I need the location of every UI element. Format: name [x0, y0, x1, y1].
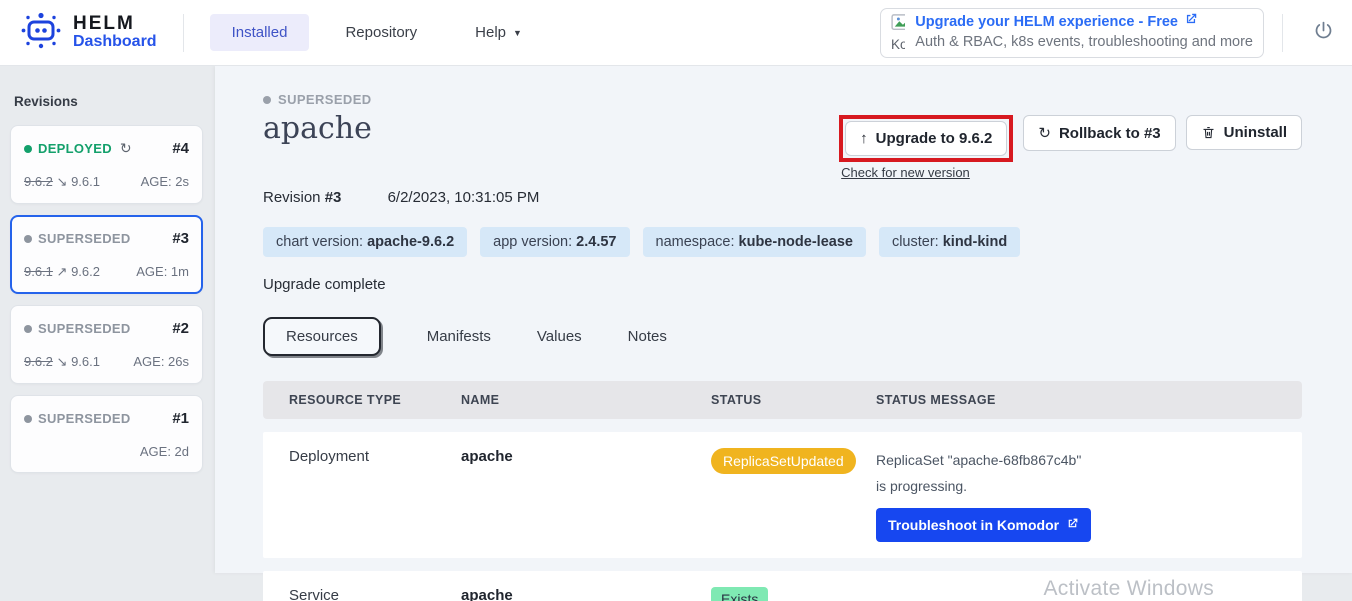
trash-icon: [1201, 125, 1216, 140]
status-dot-icon: [24, 235, 32, 243]
reload-icon: ↻: [120, 140, 132, 157]
chip-namespace: namespace: kube-node-lease: [643, 227, 866, 257]
revision-age: AGE: 26s: [133, 354, 189, 370]
revision-number: #4: [172, 140, 189, 157]
helm-dashboard-logo[interactable]: HELM Dashboard: [18, 9, 157, 56]
revision-card-1[interactable]: SUPERSEDED #1 AGE: 2d: [10, 395, 203, 473]
revision-timestamp: 6/2/2023, 10:31:05 PM: [388, 189, 540, 206]
resource-type-cell: Service: [289, 587, 461, 601]
version-change: 9.6.1 ↗ 9.6.2: [24, 264, 100, 280]
header-divider: [183, 14, 184, 52]
status-dot-icon: [24, 325, 32, 333]
chevron-down-icon: ▼: [513, 28, 522, 38]
rollback-icon: ↻: [1038, 124, 1051, 142]
external-link-icon: [1066, 517, 1079, 533]
release-detail-panel: SUPERSEDED apache ↑ Upgrade to 9.6.2 Che…: [215, 66, 1352, 573]
rollback-button[interactable]: ↻ Rollback to #3: [1023, 115, 1175, 151]
release-status-badge: SUPERSEDED: [263, 92, 1302, 107]
revision-number: #3: [172, 230, 189, 247]
current-revision-number: #3: [325, 189, 342, 206]
col-resource-type: RESOURCE TYPE: [289, 393, 461, 407]
revision-card-3[interactable]: SUPERSEDED #3 9.6.1 ↗ 9.6.2 AGE: 1m: [10, 215, 203, 294]
release-actions: ↑ Upgrade to 9.6.2 Check for new version…: [839, 115, 1302, 180]
komodor-promo-banner[interactable]: Komod Upgrade your HELM experience - Fre…: [880, 8, 1264, 58]
revision-age: AGE: 2d: [140, 444, 189, 459]
activate-windows-watermark: Activate Windows: [1043, 577, 1214, 601]
resources-table: RESOURCE TYPE NAME STATUS STATUS MESSAGE…: [263, 381, 1302, 601]
resource-name-cell: apache: [461, 587, 711, 601]
revision-card-4[interactable]: DEPLOYED ↻ #4 9.6.2 ↘ 9.6.1 AGE: 2s: [10, 125, 203, 204]
page-title: apache: [263, 111, 372, 146]
revision-number: #2: [172, 320, 189, 337]
logo-line2: Dashboard: [73, 34, 157, 51]
chip-app-version: app version: 2.4.57: [480, 227, 629, 257]
detail-tabs: Resources Manifests Values Notes: [263, 317, 1302, 356]
downgrade-arrow-icon: ↘: [57, 174, 68, 189]
table-row-deployment: Deployment apache ReplicaSetUpdated Repl…: [263, 432, 1302, 558]
uninstall-button[interactable]: Uninstall: [1186, 115, 1302, 150]
banner-image-alt-text: Komod: [891, 37, 905, 52]
tab-values[interactable]: Values: [537, 328, 582, 345]
release-description: Upgrade complete: [263, 276, 1302, 293]
status-badge-replicasetupdated: ReplicaSetUpdated: [711, 448, 856, 474]
status-dot-icon: [24, 145, 32, 153]
main-nav: Installed Repository Help ▼: [210, 14, 544, 51]
nav-tab-help[interactable]: Help ▼: [453, 14, 544, 51]
revision-age: AGE: 2s: [141, 174, 189, 190]
logo-line1: HELM: [73, 14, 157, 34]
check-new-version-link[interactable]: Check for new version: [841, 165, 1013, 180]
sidebar-title: Revisions: [14, 94, 203, 109]
col-status-message: STATUS MESSAGE: [876, 393, 1302, 407]
broken-image-icon: [891, 19, 905, 36]
status-dot-icon: [24, 415, 32, 423]
arrow-up-icon: ↑: [860, 130, 868, 147]
nav-tab-repository[interactable]: Repository: [323, 14, 439, 51]
annotation-highlight-box: ↑ Upgrade to 9.6.2: [839, 115, 1013, 162]
status-message-text: ReplicaSet "apache-68fb867c4b" is progre…: [876, 448, 1091, 500]
revision-status: SUPERSEDED: [24, 231, 131, 246]
revision-status: DEPLOYED ↻: [24, 140, 132, 157]
status-badge-exists: Exists: [711, 587, 768, 601]
status-dot-icon: [263, 96, 271, 104]
chip-chart-version: chart version: apache-9.6.2: [263, 227, 467, 257]
external-link-icon: [1184, 12, 1198, 33]
revisions-sidebar: Revisions DEPLOYED ↻ #4 9.6.2 ↘ 9.6.1 AG…: [0, 66, 215, 601]
revision-number: #1: [172, 410, 189, 427]
upgrade-button[interactable]: ↑ Upgrade to 9.6.2: [845, 121, 1007, 156]
chip-cluster: cluster: kind-kind: [879, 227, 1020, 257]
col-status: STATUS: [711, 393, 876, 407]
top-navigation-bar: HELM Dashboard Installed Repository Help…: [0, 0, 1352, 66]
col-name: NAME: [461, 393, 711, 407]
power-icon: [1313, 20, 1334, 46]
troubleshoot-komodor-button[interactable]: Troubleshoot in Komodor: [876, 508, 1091, 542]
resource-name-cell: apache: [461, 448, 711, 465]
revision-date-line: Revision #3 6/2/2023, 10:31:05 PM: [263, 189, 1302, 206]
version-change: 9.6.2 ↘ 9.6.1: [24, 354, 100, 370]
header-divider-2: [1282, 14, 1283, 52]
nav-tab-installed[interactable]: Installed: [210, 14, 310, 51]
resource-type-cell: Deployment: [289, 448, 461, 465]
helm-robot-icon: [18, 9, 64, 56]
revision-status: SUPERSEDED: [24, 411, 131, 426]
revision-age: AGE: 1m: [136, 264, 189, 280]
banner-subtitle: Auth & RBAC, k8s events, troubleshooting…: [915, 33, 1253, 53]
table-header-row: RESOURCE TYPE NAME STATUS STATUS MESSAGE: [263, 381, 1302, 419]
upgrade-arrow-icon: ↗: [57, 264, 68, 279]
banner-title: Upgrade your HELM experience - Free: [915, 12, 1253, 33]
shutdown-button[interactable]: [1313, 20, 1334, 46]
tab-resources[interactable]: Resources: [263, 317, 381, 356]
tab-manifests[interactable]: Manifests: [427, 328, 491, 345]
release-metadata-chips: chart version: apache-9.6.2 app version:…: [263, 227, 1302, 257]
downgrade-arrow-icon: ↘: [57, 354, 68, 369]
tab-notes[interactable]: Notes: [628, 328, 667, 345]
version-change: 9.6.2 ↘ 9.6.1: [24, 174, 100, 190]
revision-status: SUPERSEDED: [24, 321, 131, 336]
revision-card-2[interactable]: SUPERSEDED #2 9.6.2 ↘ 9.6.1 AGE: 26s: [10, 305, 203, 384]
